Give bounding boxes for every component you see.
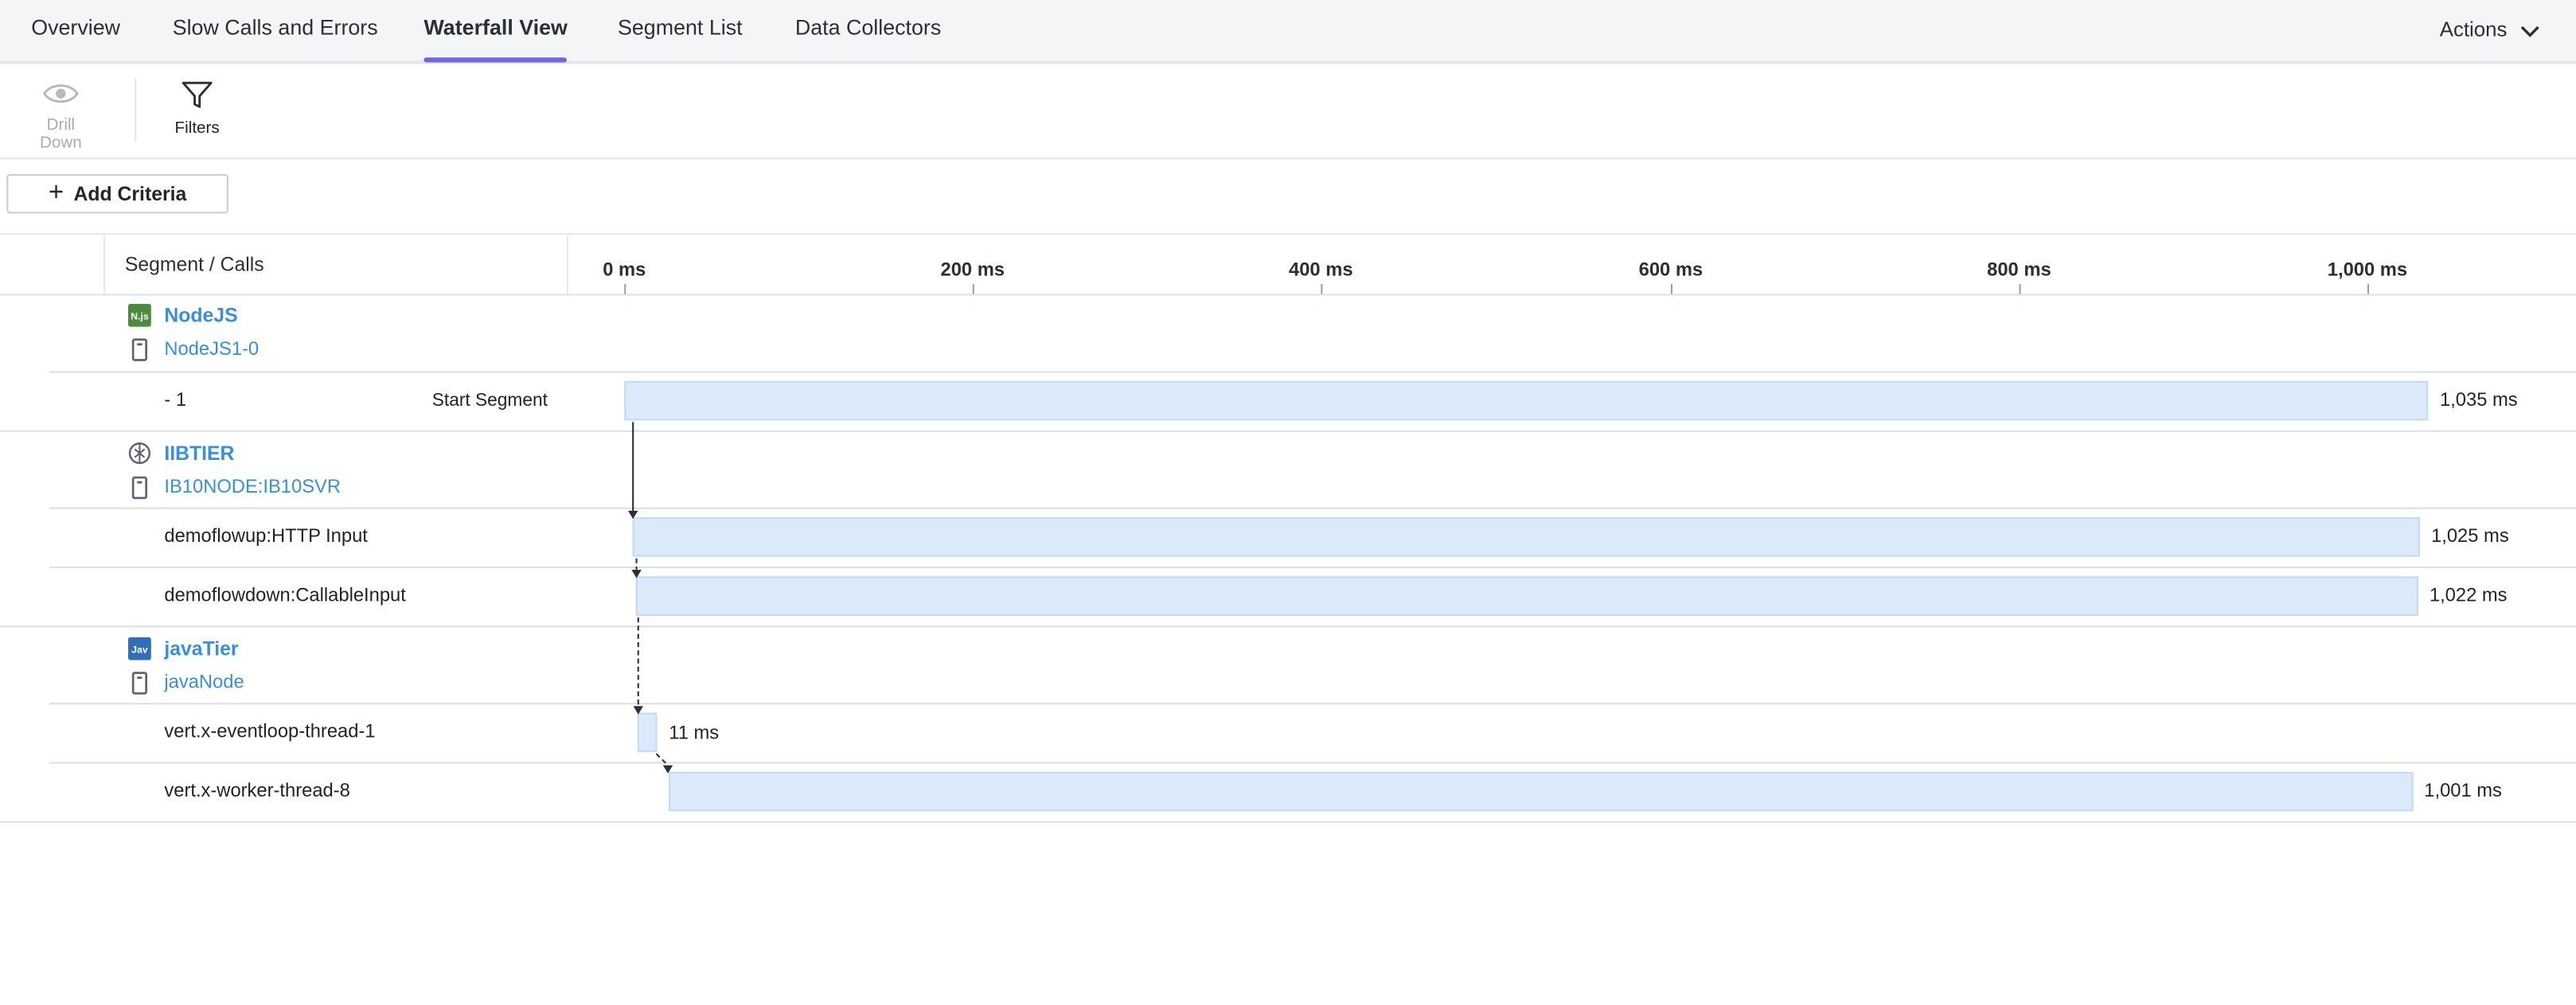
node-name-nodejs1-0[interactable]: NodeJS1-0: [164, 340, 259, 360]
timeline-tick-mark: [2367, 284, 2369, 294]
tab-overview[interactable]: Overview: [31, 0, 120, 60]
row-divider: [49, 762, 2576, 764]
duration-label: 11 ms: [669, 724, 720, 744]
duration-label: 1,001 ms: [2424, 781, 2502, 802]
criteria-bar: + Add Criteria: [0, 159, 2576, 236]
column-divider: [567, 235, 569, 294]
call-name: vert.x-eventloop-thread-1: [164, 723, 376, 742]
actions-label: Actions: [2439, 18, 2508, 41]
filters-button[interactable]: Filters: [171, 80, 224, 138]
timeline-tick-label: 200 ms: [940, 261, 1005, 281]
plus-icon: +: [48, 178, 64, 208]
timeline-tick-mark: [1321, 284, 1323, 294]
waterfall-header: Segment / Calls 0 ms 200 ms 400 ms 600 m…: [0, 235, 2576, 296]
timeline-tick-mark: [2019, 284, 2021, 294]
timeline-tick-mark: [624, 284, 626, 294]
timeline-tick-mark: [1670, 284, 1672, 294]
timeline-tick-label: 600 ms: [1638, 261, 1704, 281]
eye-icon: [43, 84, 79, 103]
chevron-down-icon: [2520, 25, 2539, 37]
java-icon-text: Jav: [131, 644, 148, 655]
drill-down-label: Drill Down: [39, 116, 82, 153]
call-name: - 1: [164, 391, 187, 411]
call-name: demoflowdown:CallableInput: [164, 586, 406, 606]
add-criteria-label: Add Criteria: [73, 182, 187, 205]
column-divider: [103, 235, 106, 294]
tab-waterfall-view[interactable]: Waterfall View: [423, 0, 568, 63]
filter-icon: [181, 81, 213, 108]
tab-data-collectors[interactable]: Data Collectors: [795, 0, 941, 60]
timeline-tick-label: 800 ms: [1987, 261, 2051, 281]
server-node-icon: [131, 338, 148, 361]
tab-slow-calls-and-errors[interactable]: Slow Calls and Errors: [173, 0, 378, 60]
timeline-tick-label: 0 ms: [603, 261, 646, 281]
call-name: vert.x-worker-thread-8: [164, 781, 350, 802]
nodejs-icon-text: N.js: [131, 310, 149, 321]
waterfall-bar[interactable]: [636, 576, 2418, 616]
toolbar: Drill Down Filters: [0, 64, 2576, 160]
server-node-icon: [131, 476, 148, 500]
tier-name-nodejs[interactable]: NodeJS: [164, 304, 237, 327]
duration-label: 1,025 ms: [2431, 527, 2509, 547]
duration-label: 1,035 ms: [2440, 391, 2518, 411]
add-criteria-button[interactable]: + Add Criteria: [6, 173, 228, 214]
waterfall-bar[interactable]: [633, 517, 2420, 557]
timeline-tick-label: 400 ms: [1289, 261, 1353, 281]
tier-divider: [0, 820, 2576, 823]
node-name-javanode[interactable]: javaNode: [164, 673, 244, 693]
tier-name-iibtier[interactable]: IIBTIER: [164, 442, 234, 465]
tier-name-javatier[interactable]: javaTier: [164, 637, 238, 660]
tab-bar: Overview Slow Calls and Errors Waterfall…: [0, 0, 2576, 64]
row-divider: [49, 703, 2576, 705]
filters-label: Filters: [174, 119, 220, 138]
java-icon: Jav: [127, 637, 151, 660]
toolbar-divider: [135, 79, 137, 142]
waterfall-bar[interactable]: [624, 380, 2429, 421]
tier-divider: [0, 625, 2576, 628]
integration-bus-icon: [128, 442, 151, 465]
drill-down-button[interactable]: Drill Down: [25, 80, 97, 153]
timeline-tick-mark: [972, 284, 974, 294]
nodejs-icon: N.js: [127, 303, 151, 327]
actions-menu[interactable]: Actions: [2440, 0, 2540, 60]
segment-calls-column-header: Segment / Calls: [124, 252, 264, 276]
row-divider: [49, 371, 2576, 373]
duration-label: 1,022 ms: [2429, 586, 2508, 606]
server-node-icon: [131, 672, 148, 695]
waterfall-bar[interactable]: [667, 771, 2413, 812]
timeline-tick-label: 1,000 ms: [2327, 261, 2408, 281]
row-divider: [49, 507, 2576, 509]
start-segment-tag: Start Segment: [431, 391, 548, 411]
waterfall-bar[interactable]: [638, 712, 658, 753]
call-name: demoflowup:HTTP Input: [164, 527, 368, 547]
tab-segment-list[interactable]: Segment List: [618, 0, 743, 60]
node-name-ib10node[interactable]: IB10NODE:IB10SVR: [164, 478, 341, 498]
row-divider: [49, 567, 2576, 569]
tier-divider: [0, 430, 2576, 432]
